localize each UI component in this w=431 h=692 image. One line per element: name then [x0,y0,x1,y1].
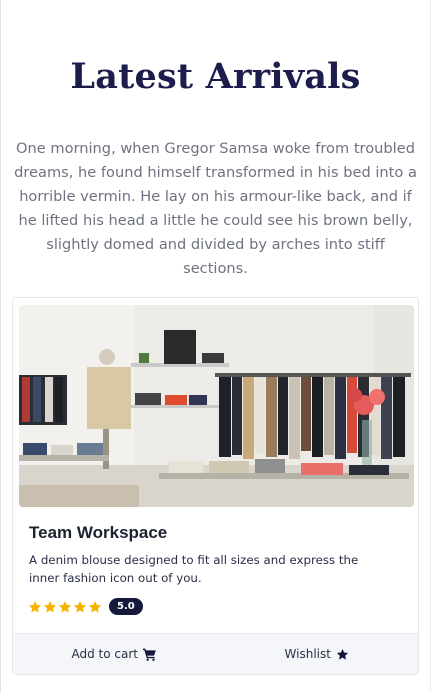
star-icon [43,600,57,612]
add-to-cart-label: Add to cart [71,647,139,661]
wishlist-label: Wishlist [284,647,331,661]
section-description: One morning, when Gregor Samsa woke from… [14,140,417,277]
star-icon [88,600,102,612]
wishlist-button[interactable]: Wishlist [216,634,419,674]
star-icon [336,648,349,660]
cart-icon [143,648,156,661]
star-icon [73,600,87,612]
star-icon [28,600,42,612]
product-description: A denim blouse designed to fit all sizes… [29,553,359,585]
section-title: Latest Arrivals [70,56,361,97]
page-left-border [0,0,1,692]
star-icon [58,600,72,612]
product-title[interactable]: Team Workspace [29,523,167,543]
product-image[interactable] [19,305,414,507]
product-rating: 5.0 [28,598,143,615]
rating-badge: 5.0 [109,598,143,615]
card-footer: Add to cart Wishlist [13,633,418,674]
add-to-cart-button[interactable]: Add to cart [13,634,216,674]
product-card: Team Workspace A denim blouse designed t… [12,297,419,675]
